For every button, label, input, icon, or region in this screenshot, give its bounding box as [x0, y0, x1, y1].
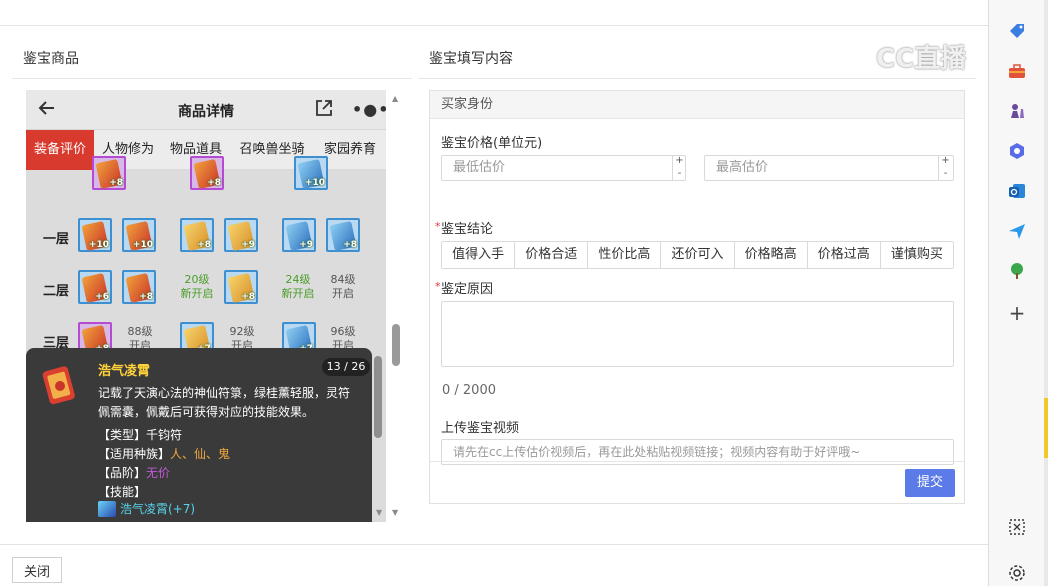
form-section-title: 鉴宝填写内容 — [429, 51, 513, 67]
screen: 鉴宝商品 鉴宝填写内容 商品详情 •●• 装备评价 人物修为 物品道具 召唤兽坐… — [0, 0, 1048, 586]
product-detail-view[interactable]: 商品详情 •●• 装备评价 人物修为 物品道具 召唤兽坐骑 家园养育 +8 +8… — [26, 90, 386, 522]
tab-equipment[interactable]: 装备评价 — [26, 130, 94, 170]
talisman-slot[interactable]: +8 — [92, 156, 126, 190]
top-strip — [0, 0, 988, 26]
main-panel: 鉴宝商品 鉴宝填写内容 商品详情 •●• 装备评价 人物修为 物品道具 召唤兽坐… — [0, 26, 988, 544]
scroll-down-icon[interactable]: ▼ — [376, 508, 382, 517]
talisman-slot[interactable]: +9 — [224, 218, 258, 252]
video-label: 上传鉴宝视频 — [441, 421, 520, 436]
locked-slot: 84级 开启 — [330, 273, 356, 300]
window-edge — [1044, 0, 1048, 586]
locked-slot: 20级 新开启 — [180, 273, 214, 300]
char-counter: 0 / 2000 — [442, 383, 496, 398]
add-icon[interactable]: + — [1006, 301, 1028, 325]
item-race: 【适用种族】人、仙、鬼 — [98, 447, 231, 461]
talisman-slot[interactable]: +8 — [180, 218, 214, 252]
scroll-down-icon[interactable]: ▼ — [392, 508, 398, 517]
toolbox-icon[interactable] — [1006, 60, 1028, 82]
share-icon[interactable] — [314, 98, 334, 118]
price-label: 鉴宝价格(单位元) — [441, 136, 543, 151]
talisman-slot[interactable]: +10 — [294, 156, 328, 190]
chess-icon[interactable] — [1006, 100, 1028, 122]
submit-button[interactable]: 提交 — [905, 469, 955, 497]
option-good-value[interactable]: 性价比高 — [588, 242, 662, 268]
settings-icon[interactable] — [1006, 562, 1028, 584]
item-name: 浩气凌霄 — [98, 364, 151, 379]
product-section-title: 鉴宝商品 — [23, 51, 79, 67]
item-skill: 浩气凌霄(+7) — [98, 500, 195, 517]
option-worth-buying[interactable]: 值得入手 — [442, 242, 516, 268]
copilot-icon[interactable] — [1006, 140, 1028, 162]
skill-icon — [98, 500, 116, 517]
talisman-slot[interactable]: +10 — [78, 218, 112, 252]
product-scrollbar[interactable] — [392, 324, 400, 366]
scroll-up-icon[interactable]: ▲ — [392, 94, 398, 103]
tag-icon[interactable] — [1006, 20, 1028, 42]
item-type: 【类型】千钧符 — [98, 428, 183, 442]
product-section-divider — [12, 78, 412, 79]
send-icon[interactable] — [1006, 220, 1028, 242]
tree-icon[interactable] — [1006, 260, 1028, 282]
talisman-slot[interactable]: +8 — [326, 218, 360, 252]
max-price-stepper[interactable]: + - — [938, 155, 952, 181]
conclusion-options: 值得入手 价格合适 性价比高 还价可入 价格略高 价格过高 谨慎购买 — [441, 241, 954, 269]
option-cautious[interactable]: 谨慎购买 — [880, 242, 953, 268]
conclusion-label: * 鉴宝结论 — [435, 220, 494, 237]
reason-textarea[interactable] — [441, 301, 954, 367]
more-icon[interactable]: •●• — [352, 100, 386, 119]
item-description: 记载了天演心法的神仙符箓，绿桂薰轻服，灵符佩需囊，佩戴后可获得对应的技能效果。 — [98, 386, 351, 419]
item-tooltip: 浩气凌霄 13 / 26 记载了天演心法的神仙符箓，绿桂薰轻服，灵符佩需囊，佩戴… — [26, 348, 372, 522]
reason-label: * 鉴定原因 — [435, 280, 494, 297]
talisman-slot[interactable]: +8 — [190, 156, 224, 190]
browser-sidebar: + — [988, 0, 1048, 586]
item-skill-label: 【技能】 — [98, 485, 147, 499]
option-slightly-high[interactable]: 价格略高 — [734, 242, 808, 268]
talisman-slot[interactable]: +6 — [78, 270, 112, 304]
option-price-fair[interactable]: 价格合适 — [515, 242, 589, 268]
row-label: 二层 — [43, 284, 70, 299]
phone-header: 商品详情 •●• — [26, 90, 386, 130]
watermark: CC直播 — [876, 44, 967, 74]
min-price-stepper[interactable]: + - — [672, 155, 686, 181]
option-bargain[interactable]: 还价可入 — [661, 242, 735, 268]
buyer-identity-header: 买家身份 — [430, 91, 964, 119]
appraisal-form: 买家身份 鉴宝价格(单位元) 最低估价 + - 最高估价 + - * 鉴宝结论 值得入… — [429, 90, 965, 504]
row-label: 一层 — [43, 232, 70, 247]
dialog-footer: 关闭 — [0, 544, 988, 586]
screenshot-icon[interactable] — [1006, 516, 1028, 538]
form-footer-divider — [430, 461, 964, 462]
option-too-high[interactable]: 价格过高 — [807, 242, 881, 268]
close-button[interactable]: 关闭 — [12, 557, 62, 583]
outlook-icon[interactable] — [1006, 180, 1028, 202]
min-price-input[interactable]: 最低估价 — [441, 155, 686, 181]
talisman-slot[interactable]: +8 — [122, 270, 156, 304]
window-edge-accent — [1044, 398, 1048, 458]
talisman-icon — [42, 366, 75, 405]
talisman-slot[interactable]: +8 — [224, 270, 258, 304]
tooltip-scrollbar[interactable] — [374, 356, 382, 438]
item-page-indicator: 13 / 26 — [322, 358, 370, 376]
talisman-slot[interactable]: +10 — [122, 218, 156, 252]
locked-slot: 24级 新开启 — [281, 273, 315, 300]
max-price-input[interactable]: 最高估价 — [704, 155, 954, 181]
talisman-slot[interactable]: +9 — [282, 218, 316, 252]
item-grade: 【品阶】无价 — [98, 466, 171, 480]
form-section-divider — [418, 78, 976, 79]
